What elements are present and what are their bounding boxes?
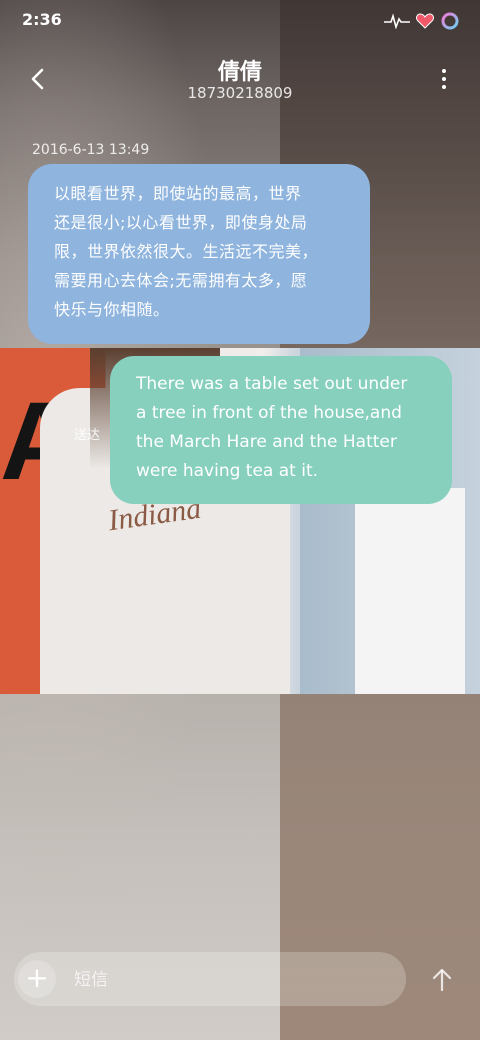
message-line: 以眼看世界，即使站的最高，世界 — [54, 184, 302, 203]
add-attachment-button[interactable]: + — [18, 960, 56, 998]
message-line: the March Hare and the Hatter — [136, 432, 397, 452]
message-line: a tree in front of the house,and — [136, 403, 402, 423]
message-timestamp: 2016-6-13 13:49 — [32, 142, 150, 158]
send-button[interactable] — [428, 966, 456, 994]
message-line: 快乐与你相随。 — [54, 300, 170, 319]
ring-icon — [441, 12, 459, 30]
message-line: 限，世界依然很大。生活远不完美， — [54, 242, 319, 261]
message-line: 需要用心去体会;无需拥有太多，愿 — [54, 271, 308, 290]
message-line: were having tea at it. — [136, 461, 319, 481]
more-vertical-icon — [442, 69, 446, 89]
message-input[interactable] — [72, 964, 396, 996]
delivery-status: 送达 — [74, 428, 101, 443]
conversation-header: 倩倩 18730218809 — [0, 50, 480, 110]
received-message-bubble[interactable]: 以眼看世界，即使站的最高，世界 还是很小;以心看世界，即使身处局 限，世界依然很… — [28, 164, 370, 344]
sent-message-bubble[interactable]: There was a table set out under a tree i… — [110, 356, 452, 504]
status-bar: 2:36 — [0, 0, 480, 44]
status-time: 2:36 — [22, 10, 62, 29]
heartbeat-icon — [384, 13, 410, 29]
heart-icon — [416, 13, 434, 29]
compose-bar: + — [14, 952, 406, 1006]
message-line: 还是很小;以心看世界，即使身处局 — [54, 213, 308, 232]
status-icons — [384, 10, 460, 32]
more-options-button[interactable] — [434, 66, 454, 92]
message-line: There was a table set out under — [136, 374, 408, 394]
contact-name[interactable]: 倩倩 — [0, 54, 480, 86]
arrow-up-icon — [432, 968, 452, 992]
contact-number: 18730218809 — [187, 84, 293, 102]
white-tee — [355, 488, 465, 694]
